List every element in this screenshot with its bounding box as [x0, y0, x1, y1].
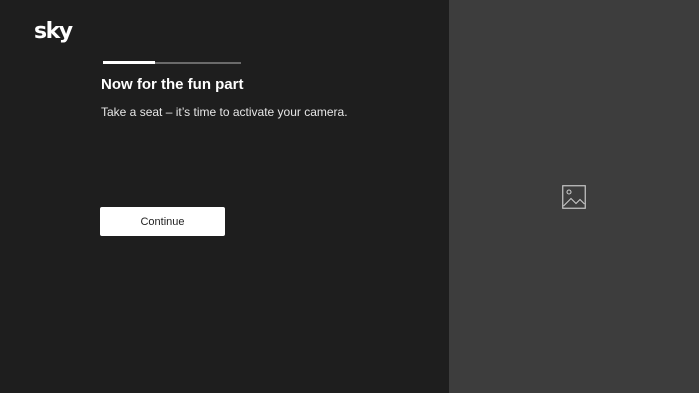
progress-bar — [103, 61, 241, 64]
setup-screen: sky Now for the fun part Take a seat – i… — [0, 0, 699, 393]
page-subtitle: Take a seat – it’s time to activate your… — [101, 105, 348, 119]
continue-button[interactable]: Continue — [100, 207, 225, 236]
content-panel: sky Now for the fun part Take a seat – i… — [0, 0, 449, 393]
page-title: Now for the fun part — [101, 76, 244, 93]
progress-bar-fill — [103, 61, 156, 64]
image-icon — [562, 185, 586, 209]
sky-logo: sky — [34, 19, 73, 44]
